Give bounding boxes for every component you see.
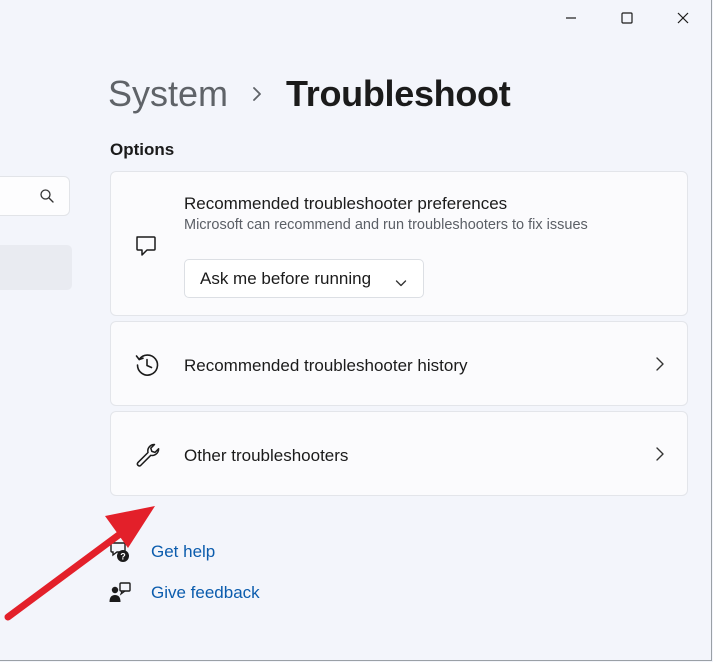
chat-bubble-icon [133, 233, 159, 264]
give-feedback-label: Give feedback [151, 583, 260, 602]
chevron-down-icon [395, 273, 407, 293]
give-feedback-link[interactable]: Give feedback [108, 581, 260, 605]
close-icon [677, 12, 689, 24]
svg-text:?: ? [120, 552, 126, 562]
history-title: Recommended troubleshooter history [184, 356, 468, 375]
options-heading: Options [110, 140, 175, 159]
dropdown-selected-value: Ask me before running [200, 268, 372, 288]
chevron-right-icon [250, 84, 264, 104]
chevron-right-icon [655, 446, 665, 467]
troubleshooter-mode-dropdown[interactable]: Ask me before running [184, 259, 424, 298]
minimize-icon [566, 17, 576, 19]
get-help-link[interactable]: ? Get help [108, 540, 215, 564]
other-troubleshooters-card[interactable]: Other troubleshooters [110, 411, 688, 496]
page-title: Troubleshoot [286, 73, 511, 114]
preferences-subtitle: Microsoft can recommend and run troubles… [184, 217, 588, 233]
maximize-icon [621, 12, 633, 24]
nav-item-selected[interactable] [0, 245, 72, 290]
feedback-icon [108, 581, 136, 605]
window-controls [543, 0, 711, 36]
breadcrumb-parent[interactable]: System [108, 73, 228, 115]
troubleshooter-preferences-card: Recommended troubleshooter preferences M… [110, 171, 688, 316]
help-icon: ? [108, 540, 136, 564]
preferences-title: Recommended troubleshooter preferences [184, 194, 508, 213]
history-icon [133, 351, 161, 384]
settings-search-input[interactable] [0, 176, 70, 216]
other-troubleshooters-title: Other troubleshooters [184, 446, 349, 465]
maximize-button[interactable] [599, 0, 655, 36]
search-icon [39, 188, 55, 209]
get-help-label: Get help [151, 542, 216, 561]
minimize-button[interactable] [543, 0, 599, 36]
breadcrumb: System Troubleshoot [108, 70, 511, 118]
close-button[interactable] [655, 0, 711, 36]
chevron-right-icon [655, 356, 665, 377]
troubleshooter-history-card[interactable]: Recommended troubleshooter history [110, 321, 688, 406]
wrench-icon [133, 441, 161, 474]
settings-window: System Troubleshoot Options Recommended … [0, 0, 712, 661]
